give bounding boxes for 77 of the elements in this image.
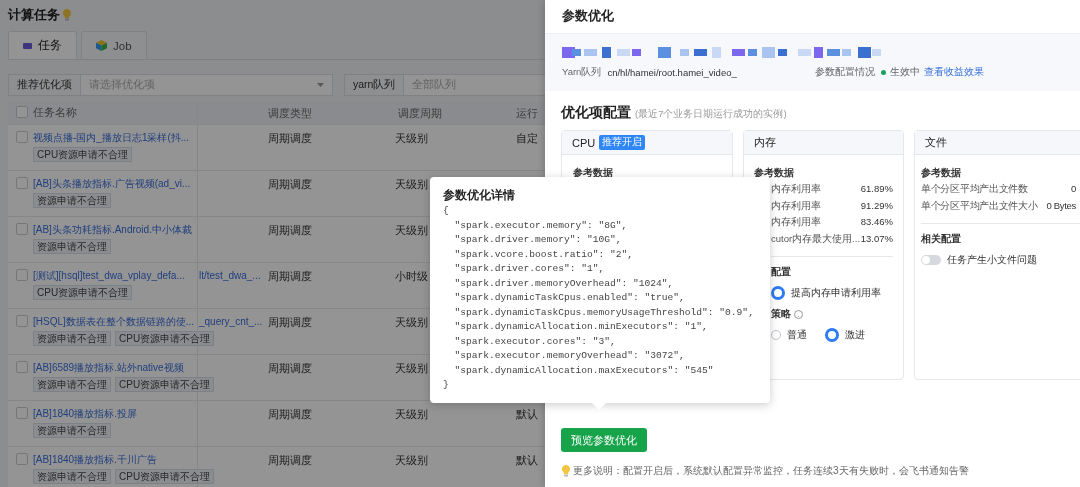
code-line: "spark.driver.memory": "10G", <box>453 233 623 247</box>
metric-value: 0 Bytes <box>1046 198 1076 213</box>
status-text: 生效中 <box>890 66 920 79</box>
table-cell: 天级别 <box>395 132 428 144</box>
table-cell: 天级别 <box>395 408 428 420</box>
code-line: "spark.driver.memoryOverhead": "1024", <box>453 276 675 291</box>
note-text: 更多说明：配置开启后，系统默认配置异常监控，任务连续3天有失败时，会飞书通知告警 <box>573 464 969 478</box>
table-cell: 小时级 <box>395 270 428 282</box>
metric-value: 91.29% <box>860 198 893 213</box>
column-header: 调度周期 <box>397 106 443 121</box>
metric-value: 61.89% <box>860 182 893 196</box>
issue-tag: 资源申请不合理 <box>33 423 111 438</box>
issue-tag: 资源申请不合理 <box>33 377 111 392</box>
metric-value: 83.46% <box>860 215 893 230</box>
code-line: { <box>443 204 450 218</box>
metric-label: 内存利用率 <box>771 198 821 213</box>
recommend-badge: 推荐开启 <box>599 135 646 150</box>
table-cell: 默认 <box>516 454 538 466</box>
table-cell: 周期调度 <box>268 132 312 144</box>
card-title: 内存 <box>754 135 776 150</box>
table-cell: 周期调度 <box>268 316 312 328</box>
metric-label: 内存利用率 <box>771 215 821 230</box>
card-title: 文件 <box>925 135 947 150</box>
column-header: 运行 <box>515 106 539 121</box>
code-line: "spark.executor.cores": "3", <box>453 334 617 349</box>
table-cell: 周期调度 <box>268 178 312 190</box>
table-cell: 天级别 <box>395 178 428 190</box>
subsection-title: 参考数据 <box>754 166 795 180</box>
issue-tag: CPU资源申请不合理 <box>115 331 215 346</box>
issue-tag: 资源申请不合理 <box>33 239 111 254</box>
subsection-title: 参考数据 <box>921 166 962 180</box>
subsection-title: 相关配置 <box>921 232 962 247</box>
subsection-title: 配置 <box>771 266 791 278</box>
table-cell: 默认 <box>516 408 538 420</box>
section-title: 优化项配置 <box>561 104 631 122</box>
issue-tag: 资源申请不合理 <box>33 193 111 208</box>
subsection-title: 策略 <box>771 307 791 322</box>
card-title: CPU <box>572 136 596 149</box>
metric-value: 13.07% <box>860 231 893 246</box>
issue-tag: CPU资源申请不合理 <box>115 469 215 484</box>
code-line: "spark.dynamicAllocation.minExecutors": "1", <box>453 320 709 334</box>
table-cell: 天级别 <box>395 316 428 328</box>
code-line: "spark.dynamicTaskCpus.enabled": "true", <box>453 291 686 305</box>
code-line: "spark.executor.memory": "8G", <box>453 218 629 233</box>
table-cell: 周期调度 <box>268 408 312 420</box>
table-cell: 天级别 <box>395 224 428 236</box>
column-header: 调度类型 <box>267 106 313 121</box>
code-line: "spark.vcore.boost.ratio": "2", <box>453 247 634 262</box>
status-label: 参数配置情况 <box>815 66 875 79</box>
table-cell: 周期调度 <box>268 270 312 282</box>
drawer-title: 参数优化 <box>562 8 614 25</box>
table-cell: 周期调度 <box>268 362 312 374</box>
code-line: "spark.dynamicTaskCpus.memoryUsageThreshold": "0.9", <box>453 305 755 320</box>
table-cell: 自定 <box>516 132 538 144</box>
code-line: "spark.dynamicAllocation.maxExecutors": "545" <box>453 363 715 378</box>
metric-value: 0 <box>1071 182 1076 196</box>
metric-label: 单个分区平均产出文件大小 <box>921 198 1038 213</box>
issue-tag: CPU资源申请不合理 <box>33 147 133 162</box>
code-line: } <box>443 378 450 392</box>
issue-tag: 资源申请不合理 <box>33 331 111 346</box>
metric-label: 内存利用率 <box>771 182 821 196</box>
subsection-title: 参考数据 <box>573 166 614 180</box>
table-cell: 天级别 <box>395 454 428 466</box>
table-cell: 天级别 <box>395 362 428 374</box>
issue-tag: CPU资源申请不合理 <box>115 377 215 392</box>
column-header: 任务名称 <box>33 106 77 120</box>
metric-label: 单个分区平均产出文件数 <box>921 182 1028 196</box>
metric-label: cutor内存最大使用... <box>771 231 861 246</box>
section-subtitle: (最近7个业务日期运行成功的实例) <box>635 108 787 121</box>
issue-tag: 资源申请不合理 <box>33 469 111 484</box>
code-line: "spark.executor.memoryOverhead": "3072", <box>453 349 686 363</box>
issue-tag: CPU资源申请不合理 <box>33 285 133 300</box>
code-line: "spark.driver.cores": "1", <box>453 262 606 276</box>
table-cell: 周期调度 <box>268 224 312 236</box>
table-cell: 周期调度 <box>268 454 312 466</box>
page-title: 计算任务 <box>8 5 60 24</box>
popover-title: 参数优化详情 <box>443 188 516 203</box>
